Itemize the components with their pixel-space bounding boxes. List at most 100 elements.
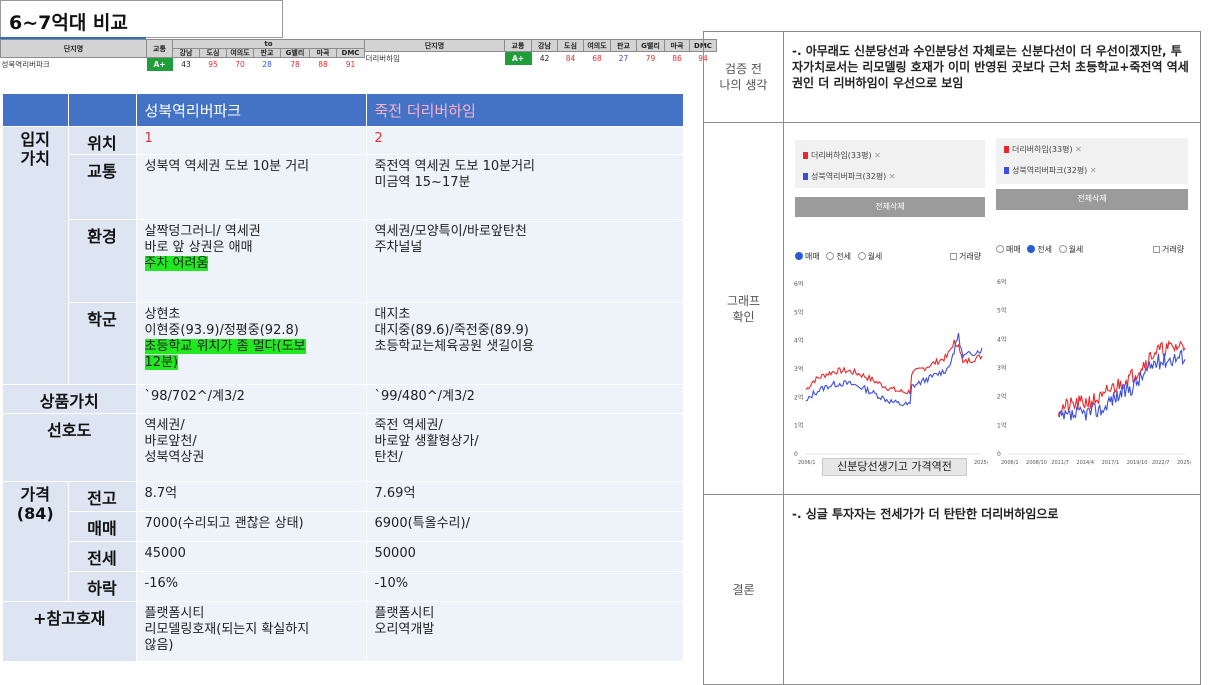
score-header-transport: 교통 (504, 39, 532, 52)
graph-area: 더리버하임(33평) ✕ 성북역리버파크(32평) ✕ 전체삭제 매매 전세 월… (784, 122, 1199, 494)
sale-value-1: 7000(수리되고 괜찮은 상태) (136, 511, 367, 542)
x-tick-label: 2019/10 (1127, 460, 1148, 466)
remove-icon[interactable]: ✕ (874, 151, 881, 160)
remove-icon[interactable]: ✕ (1075, 145, 1082, 154)
legend-item-2: 성북역리버파크(32평) ✕ (803, 171, 896, 182)
chart-legend: 더리버하임(33평) ✕ 성북역리버파크(32평) ✕ (795, 140, 985, 188)
score-cell: 70 (235, 59, 245, 69)
delete-all-button[interactable]: 전체삭제 (795, 197, 985, 217)
legend-swatch-red (803, 152, 808, 159)
x-tick-label: 2025/4 (1177, 460, 1191, 466)
drop-value-2: -10% (366, 571, 684, 602)
score-header: 강남 (172, 48, 200, 58)
radio-jeonse[interactable]: 전세 (1027, 245, 1052, 254)
row-label-extra: +참고호재 (3, 601, 137, 662)
row-label-jeonse: 전세 (68, 541, 137, 572)
score-cell: 27 (618, 53, 629, 63)
score-header-name: 단지명 (364, 39, 505, 52)
sale-value-2: 6900(특올수리)/ (366, 511, 684, 542)
volume-checkbox[interactable]: 거래량 (1153, 244, 1184, 255)
y-tick-label: 4억 (997, 335, 1006, 343)
radio-sale[interactable]: 매매 (795, 252, 820, 261)
y-tick-label: 6억 (997, 278, 1006, 286)
y-tick-label: 1억 (794, 422, 803, 430)
y-tick-label: 5억 (794, 308, 803, 316)
score-table-1: 단지명 교통 to 강남 도심 여의도 판교 G밸리 마곡 DMC 성북역리버파… (0, 39, 365, 71)
product-value-1: `98/702^/계3/2 (136, 384, 367, 414)
conclusion-label: 결론 (703, 494, 784, 685)
chart-legend: 더리버하임(33평) ✕ 성북역리버파크(32평) ✕ (996, 138, 1188, 184)
score-name: 더리버하임 (365, 53, 401, 63)
trade-type-radios: 매매 전세 월세 (795, 251, 882, 262)
score-header: 도심 (199, 48, 227, 58)
environment-value-2: 역세권/모양특이/바로앞탄천 주차널널 (366, 219, 684, 303)
y-tick-label: 0 (997, 451, 1001, 458)
graph-label: 그래프 확인 (703, 122, 784, 495)
score-cell: 28 (262, 59, 272, 69)
row-label-preference: 선호도 (3, 413, 137, 482)
trade-type-radios: 매매 전세 월세 (996, 244, 1083, 255)
row-label-sale: 매매 (68, 511, 137, 542)
y-tick-label: 2억 (794, 393, 803, 401)
score-cell: 88 (318, 59, 328, 69)
y-tick-label: 3억 (794, 365, 803, 373)
score-cell: 95 (208, 59, 218, 69)
radio-jeonse[interactable]: 전세 (826, 252, 851, 261)
y-tick-label: 1억 (997, 421, 1006, 429)
transport-value-1: 성북역 역세권 도보 10분 거리 (136, 154, 367, 220)
score-table-2: 단지명 교통 강남 도심 여의도 판교 G밸리 마곡 DMC 더리버하임 A+ … (364, 39, 717, 65)
y-tick-label: 0 (794, 451, 798, 458)
score-header-transport: 교통 (146, 39, 173, 58)
x-tick-label: 2008/10 (1026, 460, 1047, 466)
row-label-position: 위치 (68, 126, 137, 155)
verify-text: -. 아무래도 신분당선과 수인분당선 자체로는 신분다선이 더 우선이겠지만,… (783, 31, 1201, 123)
environment-value-1: 살짝덩그러니/ 역세권 바로 앞 상권은 애매 주차 어려움 (136, 219, 367, 303)
remove-icon[interactable]: ✕ (889, 172, 896, 181)
score-cell: 43 (181, 59, 191, 69)
chart-right-plot: 6억 5억 4억 3억 2억 1억 02006/1 2008/10 2011/7 2014/4 20… (997, 278, 1191, 466)
x-tick-label: 2006/1 (1001, 460, 1019, 466)
preference-value-1: 역세권/바로앞천/성북역상권 (136, 413, 367, 482)
series-line-blue (805, 332, 983, 407)
x-tick-label: 2017/1 (1102, 460, 1120, 466)
radio-sale[interactable]: 매매 (996, 245, 1021, 254)
delete-all-button[interactable]: 전체삭제 (996, 189, 1188, 210)
peak-value-2: 7.69억 (366, 481, 684, 512)
radio-monthly[interactable]: 월세 (857, 252, 882, 261)
y-tick-label: 2억 (997, 393, 1006, 401)
header-blank (68, 94, 137, 127)
score-header: 마곡 (309, 48, 337, 58)
x-tick-label: 2006/1 (798, 460, 816, 466)
row-label-transport: 교통 (68, 154, 137, 220)
school-value-2: 대지초 대지중(89.6)/죽전중(89.9) 초등학교는체육공원 샛길이용 (366, 302, 684, 385)
legend-item-1: 더리버하임(33평) ✕ (1004, 144, 1082, 155)
conclusion-text: -. 싱글 투자자는 전세가가 더 탄탄한 더리버하임으로 (783, 494, 1201, 685)
score-header: DMC (336, 48, 365, 58)
score-header: 도심 (557, 39, 584, 52)
jeonse-value-2: 50000 (366, 541, 684, 572)
price-chart-left: 더리버하임(33평) ✕ 성북역리버파크(32평) ✕ 전체삭제 매매 전세 월… (792, 136, 988, 481)
x-tick-label: 2022/7 (1152, 460, 1170, 466)
legend-swatch-blue (803, 173, 808, 180)
verify-label: 검증 전 나의 생각 (703, 31, 784, 123)
chart-caption: 신분당선생기고 가격역전 (822, 458, 967, 476)
transport-value-2: 죽전역 역세권 도보 10분거리 미금역 15~17분 (366, 154, 684, 220)
score-header: G밸리 (636, 39, 665, 52)
row-label-environment: 환경 (68, 219, 137, 303)
volume-checkbox[interactable]: 거래량 (950, 251, 981, 262)
header-complex-1: 성북역리버파크 (136, 94, 367, 127)
y-tick-label: 3억 (997, 364, 1006, 372)
row-label-product: 상품가치 (3, 384, 137, 414)
peak-value-1: 8.7억 (136, 481, 367, 512)
group-location-value: 입지 가치 (3, 126, 69, 385)
score-name: 성북역리버파크 (1, 59, 50, 69)
position-value-2: 2 (366, 126, 684, 155)
x-tick-label: 2025/4 (974, 460, 988, 466)
score-cell: 78 (290, 59, 300, 69)
remove-icon[interactable]: ✕ (1090, 166, 1097, 175)
extra-value-2: 플랫폼시티 오리역개발 (366, 601, 684, 662)
radio-monthly[interactable]: 월세 (1058, 245, 1083, 254)
page-title-box: 6~7억대 비교 (0, 0, 283, 38)
position-value-1: 1 (136, 126, 367, 155)
group-price-label: 가격 (84) (3, 481, 69, 602)
